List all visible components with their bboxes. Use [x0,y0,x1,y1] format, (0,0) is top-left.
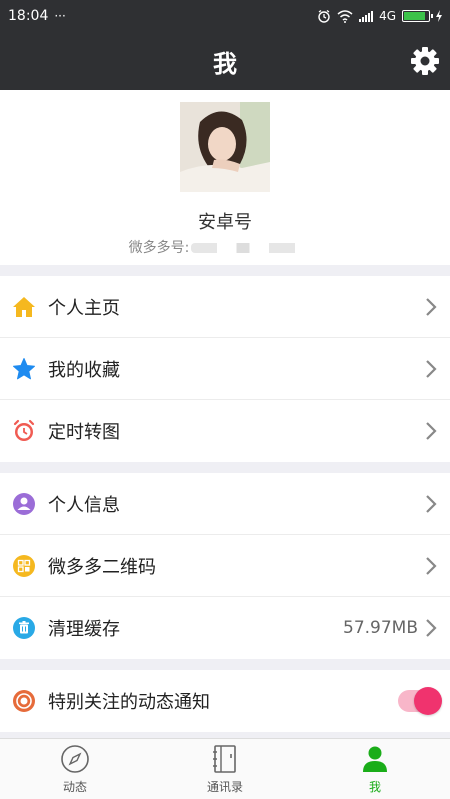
chevron-right-icon [426,494,437,513]
network-type: 4G [379,9,396,23]
username: 安卓号 [198,212,252,233]
trash-icon [12,616,36,640]
wifi-icon [337,9,353,23]
account-id-redacted [191,243,322,253]
status-time: 18:04 [8,8,49,24]
menu-item-label: 个人信息 [48,494,120,516]
alarm-clock-icon [12,419,36,443]
menu-group-2: 个人信息 微多多二维码 清理缓存 57.97MB [0,473,450,659]
target-icon [12,689,36,713]
compass-icon [61,744,89,773]
status-bar: 18:04 ··· 4G [0,0,450,32]
tab-contacts[interactable]: 通讯录 [150,739,300,799]
home-icon [12,295,36,319]
account-id-row: 微多多号: [0,237,450,257]
star-icon [12,357,36,381]
menu-item-label: 特别关注的动态通知 [48,692,210,713]
alarm-status-icon [318,9,330,23]
page-title: 我 [213,49,237,78]
settings-button[interactable] [410,46,440,76]
chevron-right-icon [426,297,437,316]
tab-feed[interactable]: 动态 [0,739,150,799]
status-dots: ··· [54,9,66,23]
menu-group-3: 特别关注的动态通知 [0,670,450,732]
tab-label: 我 [368,779,381,794]
menu-item-clear-cache[interactable]: 清理缓存 57.97MB [0,597,450,659]
menu-item-label: 定时转图 [48,422,120,443]
me-person-icon [363,746,387,772]
menu-item-label: 个人主页 [48,297,120,319]
menu-item-label: 我的收藏 [48,359,120,381]
contacts-book-icon [213,744,236,773]
gear-icon [411,47,439,75]
avatar[interactable] [180,102,270,192]
chevron-right-icon [426,619,437,637]
qr-code-icon [12,554,36,578]
profile-card: 安卓号 微多多号: [0,90,450,265]
tab-label: 通讯录 [206,779,243,794]
tab-me[interactable]: 我 [300,739,450,799]
menu-item-homepage[interactable]: 个人主页 [0,276,450,338]
chevron-right-icon [426,422,437,440]
tab-label: 动态 [62,779,87,794]
menu-item-label: 微多多二维码 [48,556,156,578]
toggle-knob [414,687,442,715]
chevron-right-icon [426,556,437,575]
bottom-tab-bar: 动态 通讯录 我 [0,738,450,799]
signal-icon [359,10,374,22]
menu-item-label: 清理缓存 [48,619,120,640]
menu-item-favorites[interactable]: 我的收藏 [0,338,450,400]
person-icon [12,492,36,516]
app-header: 我 [0,32,450,90]
menu-item-qr-code[interactable]: 微多多二维码 [0,535,450,597]
account-id-label: 微多多号: [128,240,190,256]
avatar-photo [180,102,270,192]
cache-size-value: 57.97MB [343,618,418,638]
charging-icon [436,10,442,22]
menu-item-scheduled-post[interactable]: 定时转图 [0,400,450,462]
menu-item-personal-info[interactable]: 个人信息 [0,473,450,535]
chevron-right-icon [426,359,437,378]
notification-toggle[interactable] [398,687,442,715]
menu-group-1: 个人主页 我的收藏 定时转图 [0,276,450,462]
menu-item-follow-notification: 特别关注的动态通知 [0,670,450,732]
battery-icon [402,10,433,22]
